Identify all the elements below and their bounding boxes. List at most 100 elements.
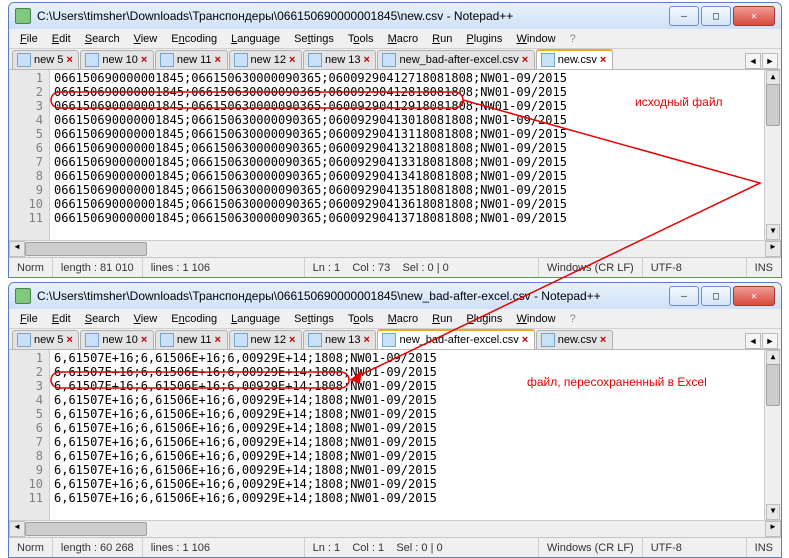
tab-close-icon[interactable]: ×: [600, 56, 608, 64]
menu-run[interactable]: Run: [425, 312, 459, 326]
menu-tools[interactable]: Tools: [341, 312, 381, 326]
text-line[interactable]: 066150690000001845;066150630000090365;06…: [54, 127, 764, 141]
text-line[interactable]: 066150690000001845;066150630000090365;06…: [54, 113, 764, 127]
maximize-button[interactable]: □: [701, 286, 731, 306]
tab-new-13[interactable]: new 13×: [303, 330, 376, 349]
tab-close-icon[interactable]: ×: [215, 336, 223, 344]
menu-macro[interactable]: Macro: [381, 32, 426, 46]
text-line[interactable]: 066150690000001845;066150630000090365;06…: [54, 169, 764, 183]
menu-search[interactable]: Search: [78, 312, 127, 326]
text-line[interactable]: 6,61507E+16;6,61506E+16;6,00929E+14;1808…: [54, 365, 764, 379]
menu-encoding[interactable]: Encoding: [164, 312, 224, 326]
menu-help[interactable]: ?: [563, 312, 583, 326]
menu-tools[interactable]: Tools: [341, 32, 381, 46]
tab-close-icon[interactable]: ×: [141, 56, 149, 64]
titlebar[interactable]: C:\Users\timsher\Downloads\Транспондеры\…: [9, 283, 781, 309]
text-line[interactable]: 6,61507E+16;6,61506E+16;6,00929E+14;1808…: [54, 379, 764, 393]
scroll-left-icon[interactable]: ◄: [9, 241, 25, 257]
text-line[interactable]: 066150690000001845;066150630000090365;06…: [54, 71, 764, 85]
tab-new-12[interactable]: new 12×: [229, 50, 302, 69]
maximize-button[interactable]: □: [701, 6, 731, 26]
minimize-button[interactable]: —: [669, 6, 699, 26]
tab-new-5[interactable]: new 5×: [12, 330, 79, 349]
tab-close-icon[interactable]: ×: [215, 56, 223, 64]
menu-macro[interactable]: Macro: [381, 312, 426, 326]
text-line[interactable]: 066150690000001845;066150630000090365;06…: [54, 141, 764, 155]
menu-window[interactable]: Window: [509, 32, 562, 46]
menu-settings[interactable]: Settings: [287, 312, 341, 326]
scroll-thumb[interactable]: [766, 84, 780, 126]
menu-file[interactable]: File: [13, 32, 45, 46]
scroll-left-icon[interactable]: ◄: [9, 521, 25, 537]
text-line[interactable]: 066150690000001845;066150630000090365;06…: [54, 99, 764, 113]
menu-window[interactable]: Window: [509, 312, 562, 326]
text-line[interactable]: 6,61507E+16;6,61506E+16;6,00929E+14;1808…: [54, 477, 764, 491]
text-line[interactable]: 6,61507E+16;6,61506E+16;6,00929E+14;1808…: [54, 463, 764, 477]
tab-new-bad-after-excel-csv[interactable]: new_bad-after-excel.csv×: [377, 329, 534, 349]
menu-plugins[interactable]: Plugins: [459, 32, 509, 46]
menu-plugins[interactable]: Plugins: [459, 312, 509, 326]
menu-language[interactable]: Language: [224, 32, 287, 46]
text-line[interactable]: 6,61507E+16;6,61506E+16;6,00929E+14;1808…: [54, 393, 764, 407]
text-line[interactable]: 6,61507E+16;6,61506E+16;6,00929E+14;1808…: [54, 435, 764, 449]
menu-help[interactable]: ?: [563, 32, 583, 46]
text-line[interactable]: 6,61507E+16;6,61506E+16;6,00929E+14;1808…: [54, 351, 764, 365]
text-line[interactable]: 6,61507E+16;6,61506E+16;6,00929E+14;1808…: [54, 421, 764, 435]
scroll-thumb-h[interactable]: [25, 522, 147, 536]
tab-new-5[interactable]: new 5×: [12, 50, 79, 69]
horizontal-scrollbar[interactable]: ◄ ►: [9, 520, 781, 537]
tab-close-icon[interactable]: ×: [363, 336, 371, 344]
tab-close-icon[interactable]: ×: [66, 336, 74, 344]
text-line[interactable]: 6,61507E+16;6,61506E+16;6,00929E+14;1808…: [54, 407, 764, 421]
menu-language[interactable]: Language: [224, 312, 287, 326]
tab-close-icon[interactable]: ×: [522, 56, 530, 64]
close-button[interactable]: ✕: [733, 286, 775, 306]
text-line[interactable]: 066150690000001845;066150630000090365;06…: [54, 85, 764, 99]
tab-new-csv[interactable]: new.csv×: [536, 49, 613, 69]
vertical-scrollbar[interactable]: ▲ ▼: [764, 350, 781, 520]
tab-new-bad-after-excel-csv[interactable]: new_bad-after-excel.csv×: [377, 50, 534, 69]
scroll-thumb-h[interactable]: [25, 242, 147, 256]
menu-file[interactable]: File: [13, 312, 45, 326]
menu-view[interactable]: View: [127, 312, 165, 326]
editor-area[interactable]: 1234567891011 066150690000001845;0661506…: [9, 70, 781, 240]
close-button[interactable]: ✕: [733, 6, 775, 26]
text-line[interactable]: 6,61507E+16;6,61506E+16;6,00929E+14;1808…: [54, 449, 764, 463]
menu-edit[interactable]: Edit: [45, 312, 78, 326]
menu-search[interactable]: Search: [78, 32, 127, 46]
text-line[interactable]: 066150690000001845;066150630000090365;06…: [54, 183, 764, 197]
tab-close-icon[interactable]: ×: [141, 336, 149, 344]
scroll-right-icon[interactable]: ►: [765, 241, 781, 257]
tab-close-icon[interactable]: ×: [363, 56, 371, 64]
minimize-button[interactable]: —: [669, 286, 699, 306]
scroll-right-icon[interactable]: ►: [765, 521, 781, 537]
tab-scroll-left[interactable]: ◄: [745, 53, 761, 69]
menu-view[interactable]: View: [127, 32, 165, 46]
editor-area[interactable]: 1234567891011 6,61507E+16;6,61506E+16;6,…: [9, 350, 781, 520]
scroll-thumb[interactable]: [766, 364, 780, 406]
text-line[interactable]: 6,61507E+16;6,61506E+16;6,00929E+14;1808…: [54, 491, 764, 505]
tab-new-13[interactable]: new 13×: [303, 50, 376, 69]
tab-scroll-right[interactable]: ►: [762, 53, 778, 69]
tab-close-icon[interactable]: ×: [289, 336, 297, 344]
menu-run[interactable]: Run: [425, 32, 459, 46]
text-line[interactable]: 066150690000001845;066150630000090365;06…: [54, 211, 764, 225]
tab-scroll-left[interactable]: ◄: [745, 333, 761, 349]
tab-close-icon[interactable]: ×: [600, 336, 608, 344]
menu-edit[interactable]: Edit: [45, 32, 78, 46]
menu-encoding[interactable]: Encoding: [164, 32, 224, 46]
scroll-down-icon[interactable]: ▼: [766, 504, 780, 520]
tab-new-11[interactable]: new 11×: [155, 50, 228, 69]
tab-new-csv[interactable]: new.csv×: [536, 330, 613, 349]
tab-new-12[interactable]: new 12×: [229, 330, 302, 349]
vertical-scrollbar[interactable]: ▲ ▼: [764, 70, 781, 240]
tab-new-10[interactable]: new 10×: [80, 330, 153, 349]
text-line[interactable]: 066150690000001845;066150630000090365;06…: [54, 155, 764, 169]
text-line[interactable]: 066150690000001845;066150630000090365;06…: [54, 197, 764, 211]
tab-new-11[interactable]: new 11×: [155, 330, 228, 349]
text-content[interactable]: 066150690000001845;066150630000090365;06…: [50, 70, 764, 240]
titlebar[interactable]: C:\Users\timsher\Downloads\Транспондеры\…: [9, 3, 781, 29]
horizontal-scrollbar[interactable]: ◄ ►: [9, 240, 781, 257]
tab-scroll-right[interactable]: ►: [762, 333, 778, 349]
tab-close-icon[interactable]: ×: [66, 56, 74, 64]
